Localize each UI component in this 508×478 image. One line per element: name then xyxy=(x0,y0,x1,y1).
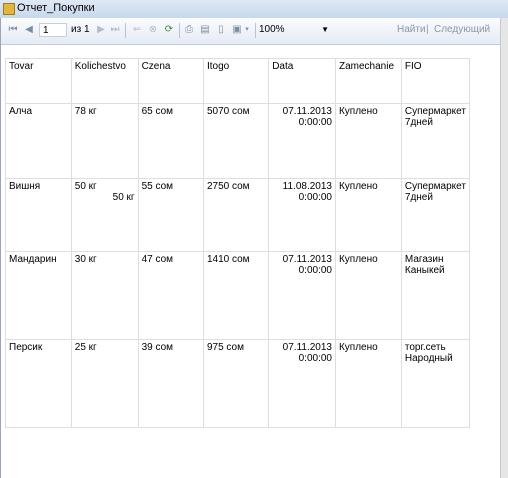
cell-note: Куплено xyxy=(334,178,402,252)
table-row: Мандарин 30 кг 47 сом 1410 сом 07.11.201… xyxy=(5,251,471,340)
cell-note: Куплено xyxy=(334,103,402,179)
date-value: 11.08.2013 xyxy=(282,181,332,192)
cell-price: 47 сом xyxy=(137,251,204,340)
cell-date: 07.11.2013 0:00:00 xyxy=(268,251,336,340)
cell-fio: Супермаркет 7дней xyxy=(400,178,471,252)
cell-price: 65 сом xyxy=(137,103,204,179)
qty-value: 50 кг xyxy=(74,181,97,192)
column-header: Czena xyxy=(137,58,204,104)
cell-total: 2750 сом xyxy=(202,178,270,252)
cell-tovar: Алча xyxy=(5,103,72,179)
column-header: Itogo xyxy=(202,58,270,104)
date-value: 07.11.2013 xyxy=(282,106,332,117)
report-toolbar: ⏮ ◀ 1 из 1 ▶ ⏭ ⇐ ⊗ ⟳ ⎙ ▤ ▯ ▣ ▾ 100% ▼ На… xyxy=(1,18,500,45)
qty-value-secondary: 50 кг xyxy=(112,192,135,203)
zoom-value: 100% xyxy=(259,24,285,35)
back-icon[interactable]: ⇐ xyxy=(131,24,143,36)
page-setup-icon[interactable]: ▯ xyxy=(215,24,227,36)
first-page-icon[interactable]: ⏮ xyxy=(7,24,19,36)
toolbar-separator xyxy=(125,23,126,38)
last-page-icon[interactable]: ⏭ xyxy=(109,24,121,36)
cell-qty: 50 кг 50 кг xyxy=(70,178,139,252)
cell-fio: Супермаркет 7дней xyxy=(400,103,471,179)
cell-date: 07.11.2013 0:00:00 xyxy=(268,103,336,179)
cell-tovar: Мандарин xyxy=(5,251,72,340)
window-title: Отчет_Покупки xyxy=(17,2,95,14)
column-header: Tovar xyxy=(5,58,72,104)
find-link[interactable]: Найти xyxy=(397,23,426,37)
header-row: Tovar Kolichestvo Czena Itogo Data Zamec… xyxy=(5,58,471,104)
qty-value: 30 кг xyxy=(74,254,97,265)
cell-qty: 25 кг xyxy=(70,339,139,428)
print-icon[interactable]: ⎙ xyxy=(183,24,195,36)
cell-tovar: Персик xyxy=(5,339,72,428)
report-page: Tovar Kolichestvo Czena Itogo Data Zamec… xyxy=(5,58,471,430)
column-header: Data xyxy=(268,58,336,104)
refresh-icon[interactable]: ⟳ xyxy=(163,24,175,36)
title-bar: Отчет_Покупки xyxy=(0,0,508,19)
page-count-label: из 1 xyxy=(71,24,90,35)
cell-note: Куплено xyxy=(334,251,402,340)
prev-page-icon[interactable]: ◀ xyxy=(23,24,35,36)
toolbar-separator xyxy=(179,23,180,38)
next-page-icon[interactable]: ▶ xyxy=(95,24,107,36)
column-header: Zamechanie xyxy=(334,58,402,104)
find-next-link[interactable]: Следующий xyxy=(434,23,490,37)
vertical-scrollbar[interactable] xyxy=(500,18,508,478)
toolbar-separator xyxy=(255,23,256,38)
column-header: Kolichestvo xyxy=(70,58,139,104)
cell-fio: торг.сеть Народный xyxy=(400,339,471,428)
zoom-select[interactable]: 100% ▼ xyxy=(259,23,331,37)
chevron-down-icon: ▼ xyxy=(321,25,329,34)
time-value: 0:00:00 xyxy=(298,265,332,276)
time-value: 0:00:00 xyxy=(298,192,332,203)
find-separator: | xyxy=(426,24,429,35)
cell-total: 5070 сом xyxy=(202,103,270,179)
page-number-input[interactable]: 1 xyxy=(39,23,67,37)
cell-price: 39 сом xyxy=(137,339,204,428)
cell-qty: 30 кг xyxy=(70,251,139,340)
time-value: 0:00:00 xyxy=(298,353,332,364)
table-row: Персик 25 кг 39 сом 975 сом 07.11.2013 0:… xyxy=(5,339,471,428)
table-row: Вишня 50 кг 50 кг 55 сом 2750 сом 11.08.2… xyxy=(5,178,471,252)
cell-qty: 78 кг xyxy=(70,103,139,179)
stop-icon[interactable]: ⊗ xyxy=(147,24,159,36)
table-row: Алча 78 кг 65 сом 5070 сом 07.11.2013 0:0… xyxy=(5,103,471,179)
qty-value: 78 кг xyxy=(74,106,97,117)
cell-fio: Магазин Каныкей xyxy=(400,251,471,340)
app-icon xyxy=(3,3,15,15)
cell-tovar: Вишня xyxy=(5,178,72,252)
date-value: 07.11.2013 xyxy=(282,342,332,353)
export-dropdown-icon[interactable]: ▾ xyxy=(243,24,251,36)
time-value: 0:00:00 xyxy=(298,117,332,128)
cell-date: 11.08.2013 0:00:00 xyxy=(268,178,336,252)
column-header: FIO xyxy=(400,58,471,104)
cell-total: 975 сом xyxy=(202,339,270,428)
cell-note: Куплено xyxy=(334,339,402,428)
qty-value: 25 кг xyxy=(74,342,97,353)
cell-price: 55 сом xyxy=(137,178,204,252)
cell-date: 07.11.2013 0:00:00 xyxy=(268,339,336,428)
purchases-table: Tovar Kolichestvo Czena Itogo Data Zamec… xyxy=(5,58,471,428)
export-icon[interactable]: ▣ xyxy=(231,24,243,36)
cell-total: 1410 сом xyxy=(202,251,270,340)
date-value: 07.11.2013 xyxy=(282,254,332,265)
print-layout-icon[interactable]: ▤ xyxy=(199,24,211,36)
